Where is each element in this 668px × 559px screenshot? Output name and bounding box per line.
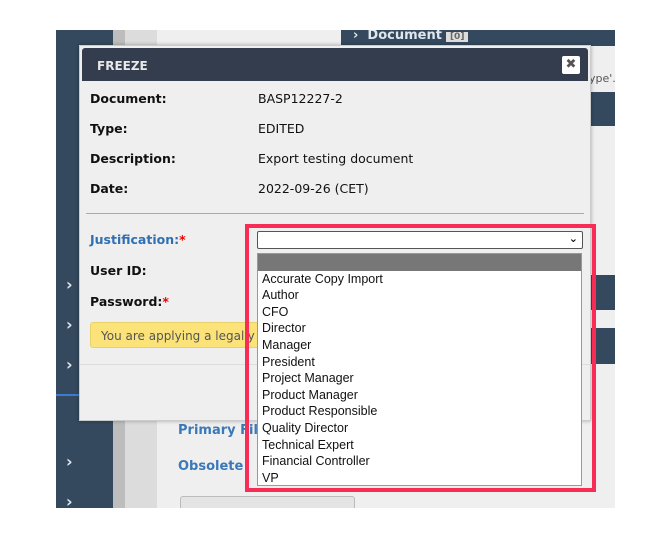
date-label: Date: <box>90 181 129 196</box>
chevron-right-icon[interactable]: › <box>66 315 73 334</box>
chevron-right-icon: › <box>353 30 368 43</box>
chevron-right-icon[interactable]: › <box>66 275 73 294</box>
description-label: Description: <box>90 151 176 166</box>
document-label: Document: <box>90 91 167 106</box>
chevron-right-icon[interactable]: › <box>66 492 73 508</box>
chevron-right-icon[interactable]: › <box>66 452 73 471</box>
close-button[interactable]: ✖ <box>562 56 580 74</box>
background-text: ype'. <box>589 72 615 85</box>
date-value: 2022-09-26 (CET) <box>258 181 369 196</box>
document-tab[interactable]: › Document [0] <box>341 30 615 46</box>
obsolete-link[interactable]: Obsolete <box>178 459 243 474</box>
background-button[interactable] <box>180 496 355 508</box>
user-id-label: User ID: <box>90 263 147 278</box>
document-count-badge: [0] <box>445 32 469 42</box>
close-icon: ✖ <box>565 57 577 72</box>
type-value: EDITED <box>258 121 305 136</box>
password-label: Password:* <box>90 294 169 309</box>
type-label: Type: <box>90 121 128 136</box>
justification-label: Justification:* <box>90 232 186 247</box>
document-tab-label: Document <box>367 30 442 43</box>
chevron-right-icon[interactable]: › <box>66 355 73 374</box>
warning-banner: You are applying a legally bi <box>90 322 260 348</box>
highlight-box <box>245 224 596 492</box>
divider <box>86 213 584 214</box>
description-value: Export testing document <box>258 151 414 166</box>
document-value: BASP12227-2 <box>258 91 343 106</box>
dialog-title: FREEZE <box>97 59 148 73</box>
dialog-header: FREEZE ✖ <box>82 48 588 81</box>
